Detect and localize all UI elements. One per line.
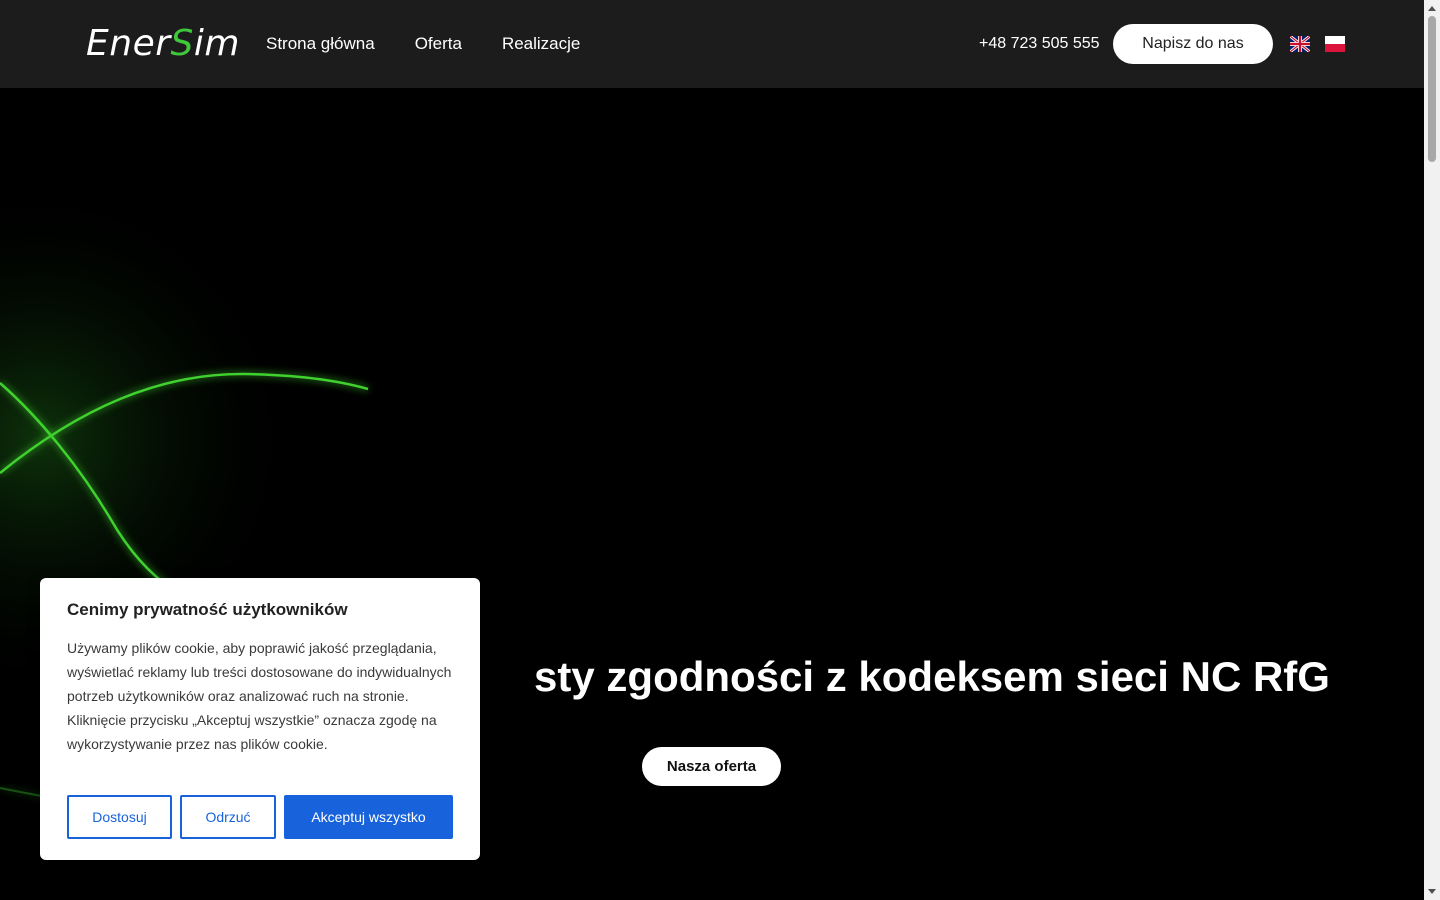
nav-offer[interactable]: Oferta <box>415 34 462 54</box>
cookie-text: Używamy plików cookie, aby poprawić jako… <box>67 640 452 752</box>
nav-projects[interactable]: Realizacje <box>502 34 580 54</box>
cookie-buttons: Dostosuj Odrzuć Akceptuj wszystko <box>67 795 453 839</box>
phone-number[interactable]: +48 723 505 555 <box>979 0 1100 88</box>
site-header: EnerSim Strona główna Oferta Realizacje … <box>0 0 1424 88</box>
cookie-consent-banner: Cenimy prywatność użytkowników Używamy p… <box>40 578 480 860</box>
our-offer-button[interactable]: Nasza oferta <box>642 747 781 786</box>
accept-all-button[interactable]: Akceptuj wszystko <box>284 795 453 839</box>
main-nav: Strona główna Oferta Realizacje <box>266 0 580 88</box>
scroll-down-arrow-icon[interactable] <box>1428 889 1436 894</box>
nav-home[interactable]: Strona główna <box>266 34 375 54</box>
logo-suffix: im <box>193 23 240 64</box>
logo-s-mark: S <box>170 23 194 64</box>
customize-button[interactable]: Dostosuj <box>67 795 172 839</box>
en-flag-icon[interactable] <box>1290 36 1310 52</box>
logo-prefix: Ener <box>86 23 171 64</box>
pl-flag-icon[interactable] <box>1325 36 1345 52</box>
reject-button[interactable]: Odrzuć <box>180 795 276 839</box>
scroll-thumb[interactable] <box>1428 16 1436 162</box>
page-scrollbar[interactable] <box>1424 0 1440 900</box>
cookie-title: Cenimy prywatność użytkowników <box>67 600 348 619</box>
contact-button[interactable]: Napisz do nas <box>1113 24 1273 64</box>
scroll-up-arrow-icon[interactable] <box>1428 6 1436 11</box>
enersim-logo[interactable]: EnerSim <box>86 18 239 70</box>
